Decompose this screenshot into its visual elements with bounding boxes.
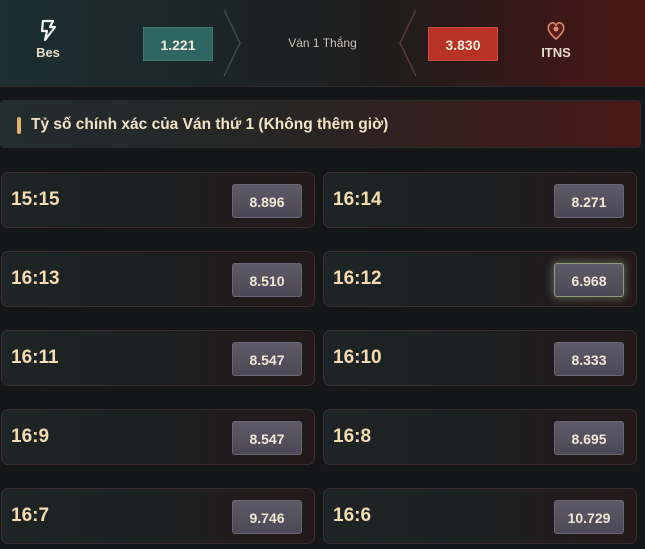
score-option[interactable]: 16:10 8.333 — [323, 330, 637, 386]
team-a-name: Bes — [36, 45, 60, 60]
score-option[interactable]: 16:13 8.510 — [1, 251, 315, 307]
score-option[interactable]: 16:8 8.695 — [323, 409, 637, 465]
score-odds-button[interactable]: 8.547 — [232, 421, 302, 455]
bes-logo-icon — [40, 19, 57, 42]
score-option[interactable]: 16:9 8.547 — [1, 409, 315, 465]
score-odds-button[interactable]: 8.896 — [232, 184, 302, 218]
section-header: Tỷ số chính xác của Ván thứ 1 (Không thê… — [0, 100, 641, 148]
section-title: Tỷ số chính xác của Ván thứ 1 (Không thê… — [31, 116, 389, 133]
score-label: 16:7 — [11, 505, 50, 526]
score-label: 16:10 — [333, 347, 382, 368]
score-odds-button[interactable]: 8.510 — [232, 263, 302, 297]
team-b-odds-button[interactable]: 3.830 — [428, 27, 498, 61]
team-b: ITNS — [516, 18, 596, 60]
score-option[interactable]: 16:14 8.271 — [323, 172, 637, 228]
score-label: 16:11 — [11, 347, 59, 368]
score-option[interactable]: 16:6 10.729 — [323, 488, 637, 544]
chevron-left-icon — [399, 9, 417, 77]
score-label: 16:8 — [333, 426, 372, 447]
score-option[interactable]: 15:15 8.896 — [1, 172, 315, 228]
chevron-right-icon — [223, 9, 241, 77]
section-accent-bar — [17, 117, 21, 134]
team-b-name: ITNS — [541, 45, 571, 60]
score-label: 16:9 — [11, 426, 50, 447]
team-a: Bes — [8, 18, 88, 60]
score-label: 16:6 — [333, 505, 372, 526]
team-a-odds-button[interactable]: 1.221 — [143, 27, 213, 61]
score-label: 16:14 — [333, 189, 382, 210]
score-odds-button[interactable]: 9.746 — [232, 500, 302, 534]
match-header: Bes 1.221 Ván 1 Thắng 3.830 ITNS — [0, 0, 645, 87]
market-label: Ván 1 Thắng — [288, 36, 357, 50]
score-odds-button[interactable]: 10.729 — [554, 500, 624, 534]
score-label: 16:13 — [11, 268, 60, 289]
score-odds-button[interactable]: 8.695 — [554, 421, 624, 455]
score-label: 16:12 — [333, 268, 382, 289]
score-odds-button[interactable]: 8.333 — [554, 342, 624, 376]
score-odds-button[interactable]: 8.547 — [232, 342, 302, 376]
score-odds-button[interactable]: 8.271 — [554, 184, 624, 218]
itns-logo-icon — [547, 21, 565, 41]
score-option[interactable]: 16:11 8.547 — [1, 330, 315, 386]
score-label: 15:15 — [11, 189, 60, 210]
score-odds-button[interactable]: 6.968 — [554, 263, 624, 297]
score-option[interactable]: 16:12 6.968 — [323, 251, 637, 307]
score-option[interactable]: 16:7 9.746 — [1, 488, 315, 544]
